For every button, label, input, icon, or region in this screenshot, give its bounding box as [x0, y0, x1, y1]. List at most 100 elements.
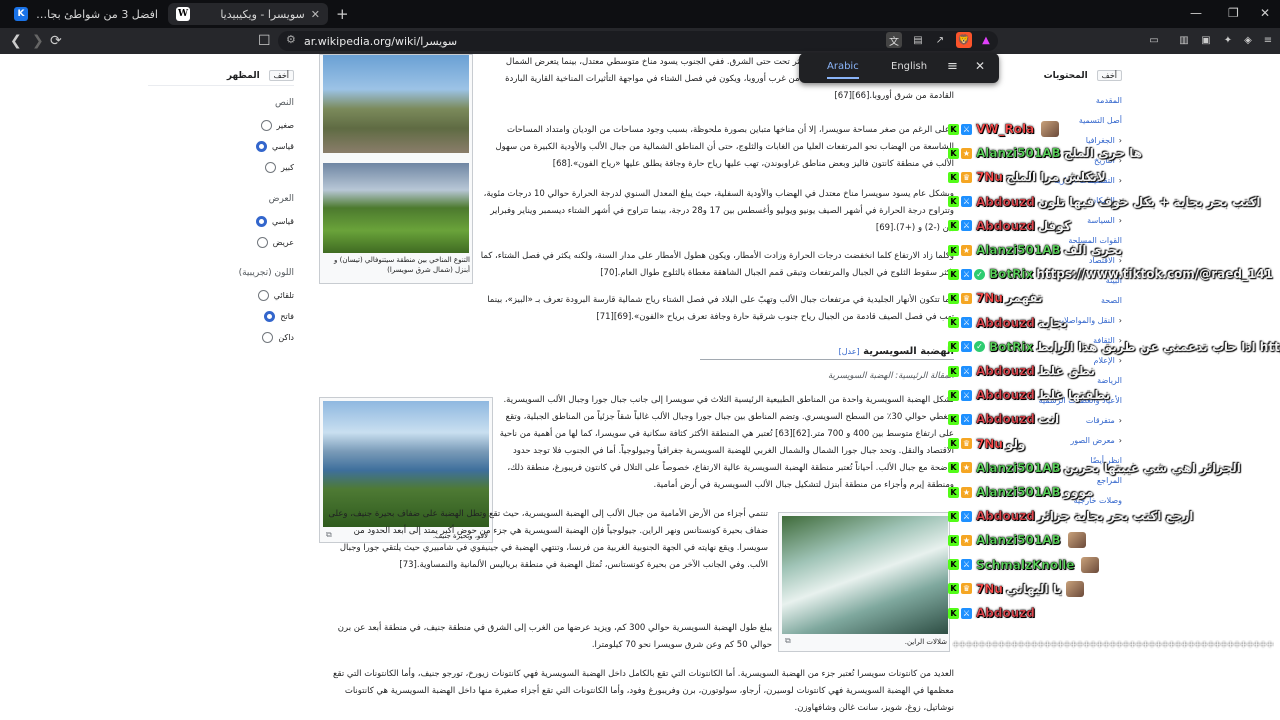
forward-icon[interactable]: ❯ [32, 32, 44, 50]
radio-option[interactable]: تلقائي [257, 290, 294, 301]
extensions-icon[interactable]: ▭ [1146, 32, 1162, 48]
chat-text: ارجع اكتب بحر بجاية جزائر [1037, 509, 1194, 524]
edit-link[interactable]: [عدل] [839, 347, 860, 356]
reader-icon[interactable]: ▤ [910, 32, 926, 48]
radio-button[interactable] [255, 141, 267, 152]
leo-icon[interactable]: ✦ [1220, 32, 1236, 48]
toc-hide-button[interactable]: أخف [1096, 70, 1122, 81]
radio-option[interactable]: صغير [260, 120, 294, 131]
chat-message: K ♛ 7Nu ولو [948, 433, 1025, 455]
subscriber-badge-icon: ★ [961, 147, 972, 159]
chat-username: Alanzi501AB [976, 533, 1061, 548]
browser-window: K افضل 3 من شواطئ بجاية الشّوصس برباز W … [0, 0, 1280, 720]
new-tab-icon[interactable]: + [336, 5, 349, 23]
image-rhine-falls[interactable] [782, 516, 948, 634]
brave-rewards-icon[interactable]: ▲ [978, 32, 994, 48]
site-info-icon[interactable]: ⚙ [286, 33, 296, 46]
chat-username: Alanzi501AB [976, 243, 1061, 257]
kick-badge-icon: K [948, 292, 959, 304]
moderator-badge-icon: ⚔ [961, 559, 972, 571]
radio-button[interactable] [264, 162, 276, 173]
sidebar-icon[interactable]: ▥ [1176, 32, 1192, 48]
chat-username: Abdouzd [976, 194, 1035, 209]
chat-text: اكتب بحر بجاية + بكل خوف فيها تلون [1037, 194, 1261, 209]
chat-username: BotRix [989, 267, 1034, 282]
tab-kick[interactable]: K افضل 3 من شواطئ بجاية الشّوصس برباز [6, 3, 166, 25]
reload-icon[interactable]: ⟳ [50, 32, 62, 50]
chat-username: VW_Rola [976, 122, 1035, 136]
radio-button[interactable] [257, 290, 269, 301]
text-size-label: النص [275, 98, 294, 108]
appearance-hide-button[interactable]: أخف [268, 70, 294, 81]
chat-username: Abdouzd [976, 218, 1035, 233]
radio-option[interactable]: عريض [256, 237, 294, 248]
chat-message: K ⚔ ✓ BotRix اذا حاب تدعمني عن طريق هذا الرا… [948, 336, 1280, 358]
tab-bar: K افضل 3 من شواطئ بجاية الشّوصس برباز W … [0, 0, 1280, 28]
chat-username: SchmalzKnolle [976, 557, 1075, 572]
chat-text: لاتكلش مرا الملح [1005, 170, 1106, 185]
translate-popup: Arabic English ≡ ✕ [799, 53, 999, 83]
translate-option-arabic[interactable]: Arabic [827, 61, 859, 79]
chat-message: K ⚔ Abdouzd اكتب بحر بجاية + بكل خوف فيها ت… [948, 191, 1261, 213]
enlarge-icon[interactable]: ⧉ [785, 636, 791, 646]
minimize-icon[interactable]: — [1190, 6, 1202, 20]
menu-icon[interactable]: ≡ [1260, 32, 1276, 48]
image-villa-ticino[interactable] [323, 55, 469, 153]
paragraph: يبلغ طول الهضبة السويسرية حوالي 300 كم، … [337, 623, 772, 650]
chat-text: الجزائر اهي شي غيبتها بحرين [1063, 460, 1241, 475]
tab-wikipedia[interactable]: W سويسرا - ويكيبيديا ✕ [168, 3, 328, 25]
chat-username: 7Nu [976, 436, 1003, 451]
radio-option[interactable]: داكن [262, 332, 294, 343]
chat-text: ها حرى الملح [1063, 146, 1143, 161]
kick-badge-icon: K [948, 171, 959, 183]
close-tab-icon[interactable]: ✕ [311, 8, 320, 21]
translate-option-english[interactable]: English [891, 61, 927, 72]
maximize-icon[interactable]: ❐ [1228, 6, 1239, 20]
emote-icon [1041, 121, 1060, 137]
chat-text: https://www.tiktok.com/@raed_141 [1036, 267, 1273, 282]
chat-message: K ★ Alanzi501AB ها حرى الملح [948, 142, 1142, 164]
translate-icon[interactable]: 文 [886, 32, 902, 48]
radio-label: داكن [278, 333, 294, 342]
radio-button[interactable] [264, 311, 276, 322]
figure-caption: شلالات الراين. [904, 638, 947, 646]
crown-badge-icon: ♛ [961, 171, 972, 183]
subscriber-badge-icon: ★ [961, 244, 972, 256]
toc-item[interactable]: المقدمة [1096, 96, 1122, 105]
paragraph: تُشكل الهضبة السويسرية واحدة من المناطق … [499, 395, 954, 490]
radio-button[interactable] [260, 120, 272, 131]
chat-username: Abdouzd [976, 388, 1035, 403]
main-article-note[interactable]: المقالة الرئيسية: الهضبة السويسرية [700, 368, 954, 386]
moderator-badge-icon: ⚔ [961, 341, 972, 353]
vpn-icon[interactable]: ◈ [1240, 32, 1256, 48]
moderator-badge-icon: ⚔ [961, 510, 972, 522]
wallet-icon[interactable]: ▣ [1198, 32, 1214, 48]
radio-button[interactable] [255, 216, 267, 227]
translate-menu-icon[interactable]: ≡ [947, 59, 958, 74]
radio-option[interactable]: قياسي [255, 216, 294, 227]
chat-text: نطق غلط [1037, 364, 1095, 378]
back-icon[interactable]: ❮ [10, 32, 22, 50]
image-appenzell-meadow[interactable] [323, 163, 469, 253]
chat-text: نطقتها غلط [1037, 388, 1111, 403]
bookmark-icon[interactable]: ☐ [258, 32, 271, 50]
heading-text: الهضبة السويسرية [863, 346, 954, 357]
subscriber-badge-icon: ★ [961, 462, 972, 474]
translate-close-icon[interactable]: ✕ [975, 59, 985, 73]
moderator-badge-icon: ⚔ [961, 196, 972, 208]
share-icon[interactable]: ↗ [932, 32, 948, 48]
width-label: العرض [268, 194, 294, 204]
close-window-icon[interactable]: ✕ [1260, 6, 1270, 20]
subscriber-badge-icon: ★ [961, 486, 972, 498]
moderator-badge-icon: ⚔ [961, 123, 972, 135]
brave-shields-icon[interactable]: 🦁 [956, 32, 972, 48]
kick-badge-icon: K [948, 607, 959, 619]
radio-button[interactable] [256, 237, 268, 248]
moderator-badge-icon: ⚔ [961, 317, 972, 329]
chat-message: K ⚔ SchmalzKnolle [948, 554, 1100, 576]
radio-option[interactable]: قياسي [255, 141, 294, 152]
radio-button[interactable] [262, 332, 274, 343]
chat-message: K ⚔ Abdouzd انت [948, 408, 1059, 430]
radio-option[interactable]: فاتح [264, 311, 294, 322]
radio-option[interactable]: كبير [264, 162, 294, 173]
